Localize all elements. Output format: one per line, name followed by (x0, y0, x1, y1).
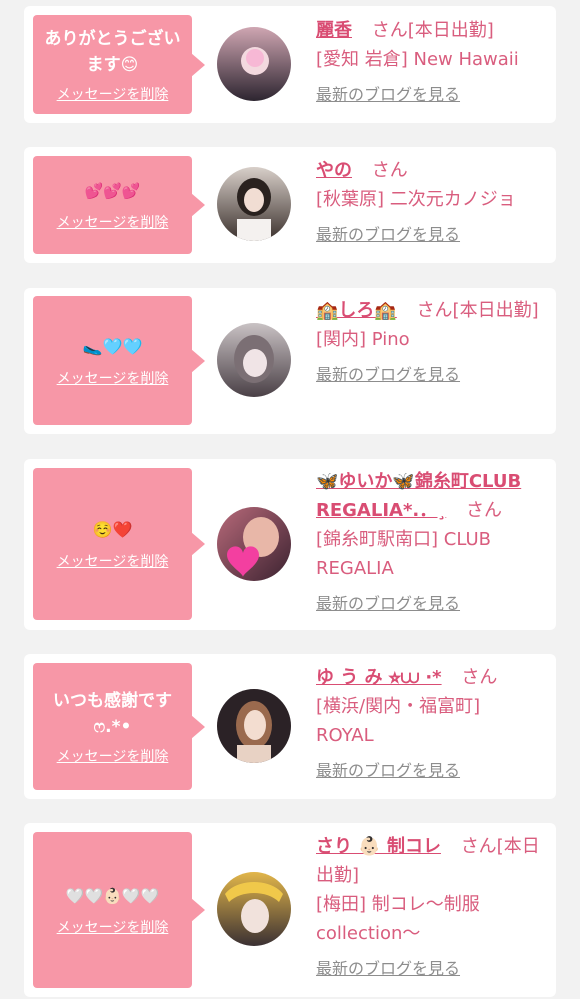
latest-blog-link[interactable]: 最新のブログを見る (316, 220, 548, 249)
shop-name: [秋葉原] 二次元カノジョ (316, 189, 516, 210)
message-text: ☺️❤️ (92, 520, 133, 539)
cast-name-link[interactable]: 🏫しろ🏫 (316, 300, 397, 321)
cast-info: さり 👶🏻 制コレ さん[本日出勤] [梅田] 制コレ〜制服collection… (316, 832, 548, 983)
cast-name-line: やの さん (316, 156, 548, 185)
message-bubble: ありがとうございます😊 メッセージを削除 (33, 15, 205, 114)
message-bubble: 🤍🤍👶🏻🤍🤍 メッセージを削除 (33, 832, 205, 988)
message-text: 🤍🤍👶🏻🤍🤍 (65, 887, 160, 905)
cast-info: 🦋ゆいか🦋錦糸町CLUB REGALIA*.．¸ さん [錦糸町駅南口] CLU… (316, 467, 548, 618)
latest-blog-link[interactable]: 最新のブログを見る (316, 954, 548, 983)
message-bubble: ☺️❤️ メッセージを削除 (33, 468, 205, 620)
cast-info: ゆ う み ⭐︎⩊ ·* さん [横浜/関内・福富町] ROYAL 最新のブログ… (316, 663, 548, 785)
delete-message-link[interactable]: メッセージを削除 (57, 212, 169, 232)
cast-name-line: 🦋ゆいか🦋錦糸町CLUB REGALIA*.．¸ さん (316, 467, 548, 525)
message-bubble: いつも感謝です ෆ.*• メッセージを削除 (33, 663, 205, 790)
message-text: ありがとうございます😊 (44, 28, 181, 75)
delete-message-link[interactable]: メッセージを削除 (57, 368, 169, 388)
message-card: いつも感謝です ෆ.*• メッセージを削除 ゆ う み ⭐︎⩊ ·* さん [横… (24, 654, 556, 799)
message-list: ありがとうございます😊 メッセージを削除 麗香 さん[本日出勤] [愛知 岩倉]… (0, 0, 580, 999)
delete-message-link[interactable]: メッセージを削除 (57, 917, 169, 937)
cast-info: 🏫しろ🏫 さん[本日出勤] [関内] Pino 最新のブログを見る (316, 296, 548, 389)
cast-name-line: さり 👶🏻 制コレ さん[本日出勤] (316, 832, 548, 890)
cast-status: さん (465, 500, 502, 521)
cast-name-line: 麗香 さん[本日出勤] (316, 16, 548, 45)
avatar[interactable] (217, 689, 291, 763)
cast-info: やの さん [秋葉原] 二次元カノジョ 最新のブログを見る (316, 156, 548, 249)
cast-name-line: 🏫しろ🏫 さん[本日出勤] (316, 296, 548, 325)
delete-message-link[interactable]: メッセージを削除 (57, 84, 169, 104)
message-text: 🥿🩵🩵 (82, 336, 143, 356)
message-card: 🤍🤍👶🏻🤍🤍 メッセージを削除 さり 👶🏻 制コレ さん[本日出勤] [梅田] … (24, 823, 556, 997)
latest-blog-link[interactable]: 最新のブログを見る (316, 589, 548, 618)
message-card: ☺️❤️ メッセージを削除 🦋ゆいか🦋錦糸町CLUB REGALIA*.．¸ さ… (24, 459, 556, 630)
latest-blog-link[interactable]: 最新のブログを見る (316, 756, 548, 785)
cast-name-link[interactable]: 麗香 (316, 20, 352, 41)
avatar[interactable] (217, 323, 291, 397)
cast-name-link[interactable]: やの (316, 160, 352, 181)
shop-name: [関内] Pino (316, 329, 410, 350)
shop-name: [横浜/関内・福富町] ROYAL (316, 696, 481, 746)
cast-status: さん[本日出勤] (371, 20, 494, 41)
latest-blog-link[interactable]: 最新のブログを見る (316, 80, 548, 109)
shop-name: [愛知 岩倉] New Hawaii (316, 49, 519, 70)
message-bubble: 🥿🩵🩵 メッセージを削除 (33, 296, 205, 425)
message-card: 🥿🩵🩵 メッセージを削除 🏫しろ🏫 さん[本日出勤] [関内] Pino 最新の… (24, 288, 556, 434)
message-card: 💕💕💕 メッセージを削除 やの さん [秋葉原] 二次元カノジョ 最新のブログを… (24, 147, 556, 263)
avatar[interactable] (217, 507, 291, 581)
cast-status: さん (371, 160, 408, 181)
shop-name: [錦糸町駅南口] CLUB REGALIA (316, 529, 491, 579)
avatar[interactable] (217, 872, 291, 946)
cast-name-line: ゆ う み ⭐︎⩊ ·* さん (316, 663, 548, 692)
message-text: 💕💕💕 (84, 182, 141, 200)
cast-info: 麗香 さん[本日出勤] [愛知 岩倉] New Hawaii 最新のブログを見る (316, 16, 548, 109)
avatar[interactable] (217, 27, 291, 101)
cast-name-link[interactable]: ゆ う み ⭐︎⩊ ·* (316, 667, 442, 688)
shop-name: [梅田] 制コレ〜制服collection〜 (316, 894, 480, 944)
cast-name-link[interactable]: さり 👶🏻 制コレ (316, 836, 441, 857)
delete-message-link[interactable]: メッセージを削除 (57, 746, 169, 766)
message-card: ありがとうございます😊 メッセージを削除 麗香 さん[本日出勤] [愛知 岩倉]… (24, 6, 556, 123)
message-bubble: 💕💕💕 メッセージを削除 (33, 156, 205, 254)
cast-status: さん (461, 667, 498, 688)
message-text: いつも感謝です ෆ.*• (53, 690, 172, 737)
delete-message-link[interactable]: メッセージを削除 (57, 551, 169, 571)
avatar[interactable] (217, 167, 291, 241)
latest-blog-link[interactable]: 最新のブログを見る (316, 360, 548, 389)
cast-status: さん[本日出勤] (416, 300, 539, 321)
